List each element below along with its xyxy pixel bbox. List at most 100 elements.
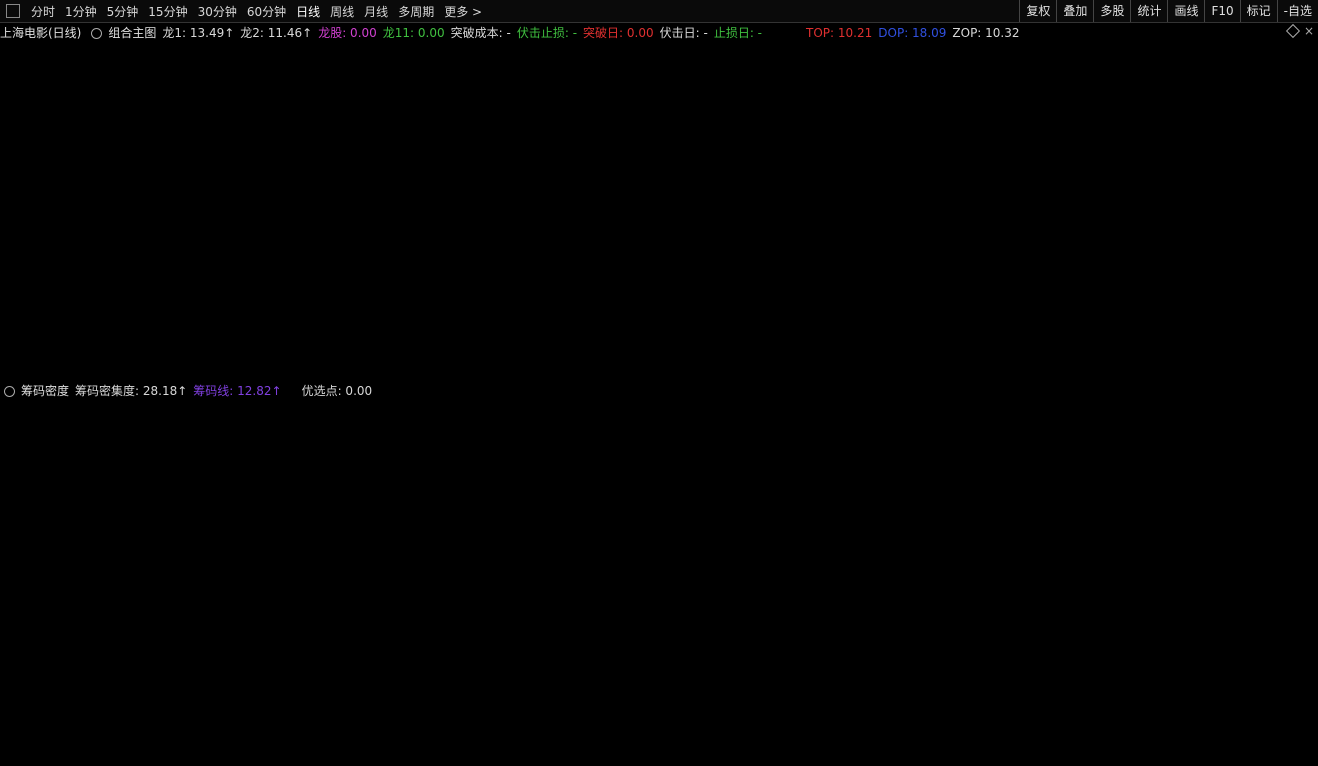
toolbar-button-0[interactable]: 复权 bbox=[1019, 0, 1056, 22]
chip-line-dot bbox=[74, 701, 78, 705]
indicator-value-8: 止损日: - bbox=[713, 26, 763, 40]
red-support-bar bbox=[24, 355, 192, 358]
close-icon[interactable]: × bbox=[1304, 24, 1314, 38]
toolbar-button-7[interactable]: -自选 bbox=[1276, 0, 1318, 22]
red-support-bar bbox=[980, 330, 1275, 333]
chip-line-dot bbox=[848, 701, 852, 705]
chip-line-dot bbox=[227, 701, 231, 705]
candle-body bbox=[687, 337, 697, 341]
chip-line-dot bbox=[659, 701, 663, 705]
chip-line-dot bbox=[740, 701, 744, 705]
chip-line-dot bbox=[983, 701, 987, 705]
candle-body-limit bbox=[949, 311, 958, 325]
toolbar-button-3[interactable]: 统计 bbox=[1130, 0, 1167, 22]
red-support-bar bbox=[255, 346, 440, 348]
period-tab-10[interactable]: 更多 > bbox=[439, 3, 487, 20]
candle-body bbox=[498, 329, 508, 333]
candle-body bbox=[1196, 156, 1206, 168]
chip-line-dot bbox=[326, 701, 330, 705]
candle-body-limit bbox=[1124, 172, 1133, 202]
chip-line-dot bbox=[452, 701, 456, 705]
period-tab-5[interactable]: 60分钟 bbox=[242, 3, 291, 20]
diamond-icon[interactable] bbox=[1285, 23, 1301, 39]
chip-line-dot bbox=[380, 701, 384, 705]
sub-indicator-name[interactable]: 筹码密度 bbox=[21, 384, 69, 398]
period-tab-6[interactable]: 日线 bbox=[291, 3, 325, 20]
candle-body bbox=[119, 348, 129, 352]
chip-line-dot bbox=[1118, 694, 1122, 699]
candle-body-stripe bbox=[967, 296, 970, 312]
candle-body bbox=[381, 331, 391, 336]
chip-line-dot bbox=[2, 701, 6, 705]
period-tab-1[interactable]: 1分钟 bbox=[60, 3, 102, 20]
toolbar-button-4[interactable]: 画线 bbox=[1167, 0, 1204, 22]
settings-circle-icon[interactable] bbox=[4, 386, 15, 397]
dashed-level-line bbox=[3, 337, 1011, 341]
toolbar-button-6[interactable]: 标记 bbox=[1239, 0, 1277, 22]
chip-line-dot bbox=[83, 701, 87, 705]
jian-mark-label: 减 bbox=[318, 307, 330, 321]
settings-circle-icon[interactable] bbox=[91, 28, 103, 39]
chip-line-dot bbox=[893, 701, 897, 705]
sub-indicator-values: 筹码密集度: 28.18↑ 筹码线: 12.82↑ 优选点: 0.00 bbox=[75, 384, 378, 398]
chip-line-dot bbox=[956, 701, 960, 705]
watermark-text: www.cfchi.com bbox=[1118, 589, 1248, 704]
period-tab-0[interactable]: 分时 bbox=[26, 3, 60, 20]
period-tab-7[interactable]: 周线 bbox=[325, 3, 359, 20]
toolbar-button-1[interactable]: 叠加 bbox=[1056, 0, 1093, 22]
candle-body bbox=[672, 335, 682, 339]
duo-badge bbox=[1010, 706, 1024, 720]
watermark-text: www.cfchi.com bbox=[548, 319, 678, 434]
indicator-value-2: 龙股: 0.00 bbox=[318, 26, 377, 40]
chip-line-dot bbox=[803, 701, 807, 705]
chip-line-dot bbox=[650, 701, 654, 705]
period-tab-8[interactable]: 月线 bbox=[359, 3, 393, 20]
candle-body bbox=[760, 337, 770, 341]
chip-line-dot bbox=[749, 701, 753, 705]
chip-line-dot bbox=[578, 701, 582, 705]
period-tab-4[interactable]: 30分钟 bbox=[193, 3, 242, 20]
chip-line-dot bbox=[515, 701, 519, 705]
toolbar-button-2[interactable]: 多股 bbox=[1093, 0, 1130, 22]
chip-line-dot bbox=[1271, 677, 1275, 682]
chip-line-dot bbox=[389, 701, 393, 705]
chip-line-dot bbox=[1226, 683, 1230, 688]
candle-body bbox=[309, 328, 319, 332]
period-tab-9[interactable]: 多周期 bbox=[393, 3, 439, 20]
main-indicator-name[interactable]: 组合主图 bbox=[108, 26, 156, 40]
chip-line-dot bbox=[146, 701, 150, 705]
watermark-text: www.cfchi.com bbox=[0, 319, 118, 434]
candle-body bbox=[1036, 262, 1046, 269]
bangzhang-badge-label: 榜涨 bbox=[1244, 366, 1266, 380]
candle-body-stripe bbox=[1127, 172, 1130, 202]
candle-body bbox=[440, 329, 450, 333]
jian-mark-label: 减 bbox=[1178, 167, 1190, 181]
menu-icon[interactable] bbox=[6, 4, 20, 18]
chip-line-dot bbox=[884, 701, 888, 705]
candle-body bbox=[367, 331, 377, 335]
candlestick-series bbox=[3, 46, 1278, 360]
toolbar-button-5[interactable]: F10 bbox=[1204, 0, 1239, 22]
watermark-text: www.cfchi.com bbox=[548, 589, 678, 704]
candle-body bbox=[425, 330, 435, 334]
chip-line-dot bbox=[587, 701, 591, 705]
chip-line-dot bbox=[821, 701, 825, 705]
candle-body bbox=[410, 331, 420, 335]
indicator-value-4: 突破成本: - bbox=[450, 26, 511, 40]
candle-body bbox=[993, 285, 1003, 293]
candle-body bbox=[803, 335, 813, 339]
chip-line-dot bbox=[1172, 689, 1176, 694]
period-tab-2[interactable]: 5分钟 bbox=[102, 3, 144, 20]
chip-line-dot bbox=[488, 701, 492, 705]
candle-body bbox=[716, 337, 726, 341]
down-arrow-icon bbox=[396, 322, 404, 330]
chip-line-dot bbox=[137, 701, 141, 705]
candle-body bbox=[323, 328, 333, 332]
indicator-value-5: 伏击止损: - bbox=[516, 26, 578, 40]
period-tab-3[interactable]: 15分钟 bbox=[143, 3, 192, 20]
indicator-value-3: 龙11: 0.00 bbox=[382, 26, 445, 40]
indicator-value-1: 筹码线: 12.82↑ bbox=[193, 384, 282, 398]
chip-line-dot bbox=[101, 701, 105, 705]
indicator-value-7: 伏击日: - bbox=[659, 26, 708, 40]
watermark-text: www.cfchi.com bbox=[0, 59, 118, 174]
